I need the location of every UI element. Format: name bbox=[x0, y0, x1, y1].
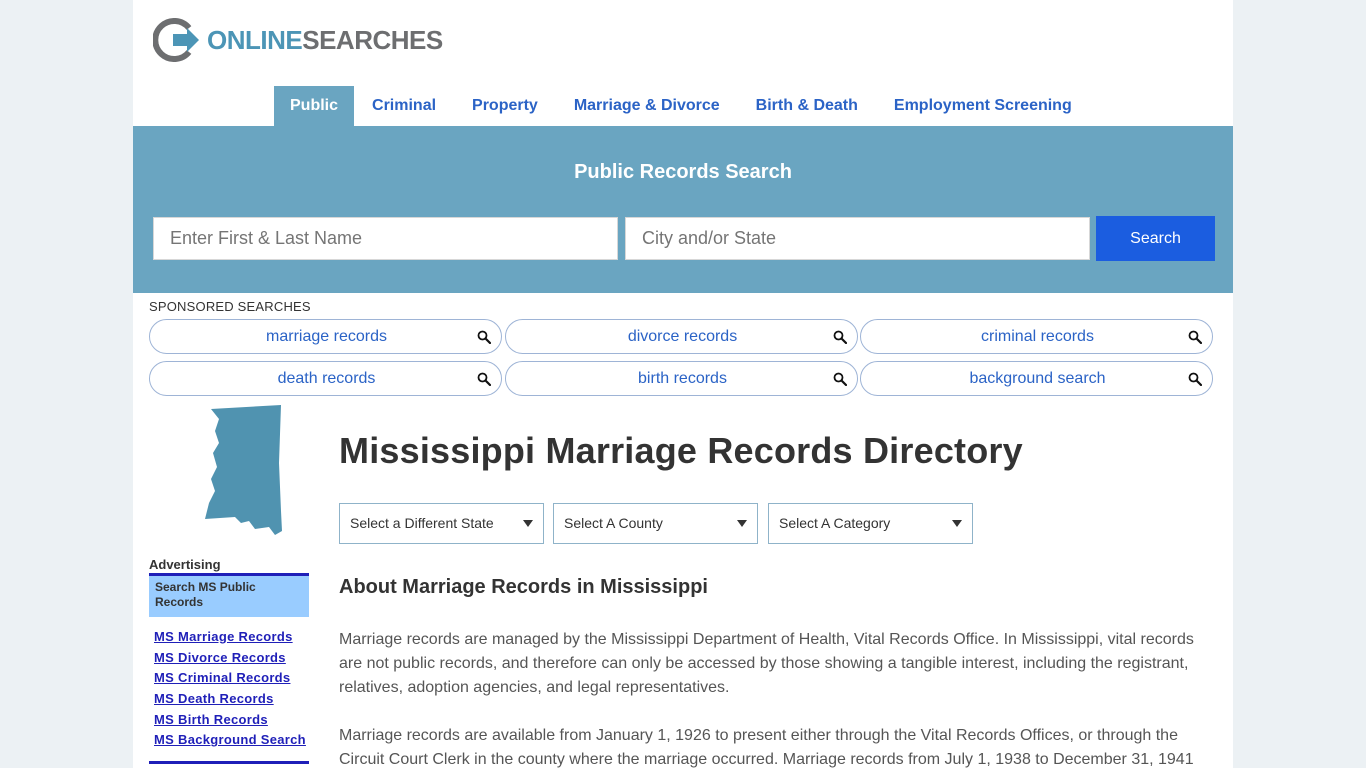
mississippi-state-map-icon bbox=[205, 405, 282, 535]
nav-public[interactable]: Public bbox=[274, 86, 355, 126]
search-button[interactable]: Search bbox=[1096, 216, 1215, 261]
logo-text: ONLINESEARCHES bbox=[207, 25, 443, 56]
pill-label: death records bbox=[277, 370, 376, 387]
site-logo[interactable]: ONLINESEARCHES bbox=[153, 18, 443, 62]
caret-down-icon bbox=[737, 520, 747, 527]
caret-down-icon bbox=[523, 520, 533, 527]
sponsored-pill-background-search[interactable]: background search bbox=[860, 361, 1213, 396]
pill-label: criminal records bbox=[981, 328, 1094, 345]
sponsored-pill-divorce-records[interactable]: divorce records bbox=[505, 319, 858, 354]
caret-down-icon bbox=[952, 520, 962, 527]
logo-text-online: ONLINE bbox=[207, 24, 303, 55]
main-nav: Public Criminal Property Marriage & Divo… bbox=[274, 86, 1090, 126]
category-select[interactable]: Select A Category bbox=[768, 503, 973, 544]
arrow-circle-logo-icon bbox=[153, 18, 199, 62]
sidebar-link-divorce[interactable]: MS Divorce Records bbox=[154, 649, 306, 670]
sidebar-box-title: Search MS Public Records bbox=[149, 576, 309, 617]
search-title: Public Records Search bbox=[574, 161, 792, 183]
city-state-input[interactable] bbox=[625, 217, 1090, 260]
section-heading: About Marriage Records in Mississippi bbox=[339, 576, 708, 598]
state-select[interactable]: Select a Different State bbox=[339, 503, 544, 544]
nav-marriage-divorce[interactable]: Marriage & Divorce bbox=[556, 86, 738, 126]
sponsored-label: SPONSORED SEARCHES bbox=[149, 299, 311, 314]
nav-criminal[interactable]: Criminal bbox=[354, 86, 454, 126]
sponsored-pill-death-records[interactable]: death records bbox=[149, 361, 502, 396]
advertising-label: Advertising bbox=[149, 557, 221, 572]
pill-label: background search bbox=[969, 370, 1106, 387]
search-banner: Public Records Search Search bbox=[133, 126, 1233, 293]
paragraph-1: Marriage records are managed by the Miss… bbox=[339, 631, 1194, 696]
pill-label: divorce records bbox=[627, 328, 738, 345]
pill-label: birth records bbox=[638, 370, 727, 387]
sponsored-pill-birth-records[interactable]: birth records bbox=[505, 361, 858, 396]
sidebar-divider-bottom bbox=[149, 761, 309, 764]
page-title: Mississippi Marriage Records Directory bbox=[339, 430, 1023, 471]
name-input[interactable] bbox=[153, 217, 618, 260]
sidebar-link-birth[interactable]: MS Birth Records bbox=[154, 711, 306, 732]
search-icon bbox=[477, 372, 491, 386]
nav-property[interactable]: Property bbox=[454, 86, 556, 126]
sidebar-link-background[interactable]: MS Background Search bbox=[154, 731, 306, 752]
nav-birth-death[interactable]: Birth & Death bbox=[738, 86, 876, 126]
sidebar-links: MS Marriage Records MS Divorce Records M… bbox=[154, 628, 306, 752]
category-select-value: Select A Category bbox=[779, 515, 891, 531]
pill-label: marriage records bbox=[266, 328, 387, 345]
search-icon bbox=[1188, 372, 1202, 386]
sponsored-pill-marriage-records[interactable]: marriage records bbox=[149, 319, 502, 354]
search-icon bbox=[833, 330, 847, 344]
sidebar-link-death[interactable]: MS Death Records bbox=[154, 690, 306, 711]
sidebar-link-marriage[interactable]: MS Marriage Records bbox=[154, 628, 306, 649]
search-icon bbox=[1188, 330, 1202, 344]
sidebar-link-criminal[interactable]: MS Criminal Records bbox=[154, 669, 306, 690]
page: ONLINESEARCHES Public Criminal Property … bbox=[133, 0, 1233, 768]
county-select[interactable]: Select A County bbox=[553, 503, 758, 544]
nav-employment-screening[interactable]: Employment Screening bbox=[876, 86, 1090, 126]
state-select-value: Select a Different State bbox=[350, 515, 494, 531]
search-icon bbox=[833, 372, 847, 386]
sponsored-pill-criminal-records[interactable]: criminal records bbox=[860, 319, 1213, 354]
county-select-value: Select A County bbox=[564, 515, 663, 531]
logo-text-searches: SEARCHES bbox=[302, 24, 443, 55]
search-icon bbox=[477, 330, 491, 344]
paragraph-2: Marriage records are available from Janu… bbox=[339, 727, 1194, 768]
